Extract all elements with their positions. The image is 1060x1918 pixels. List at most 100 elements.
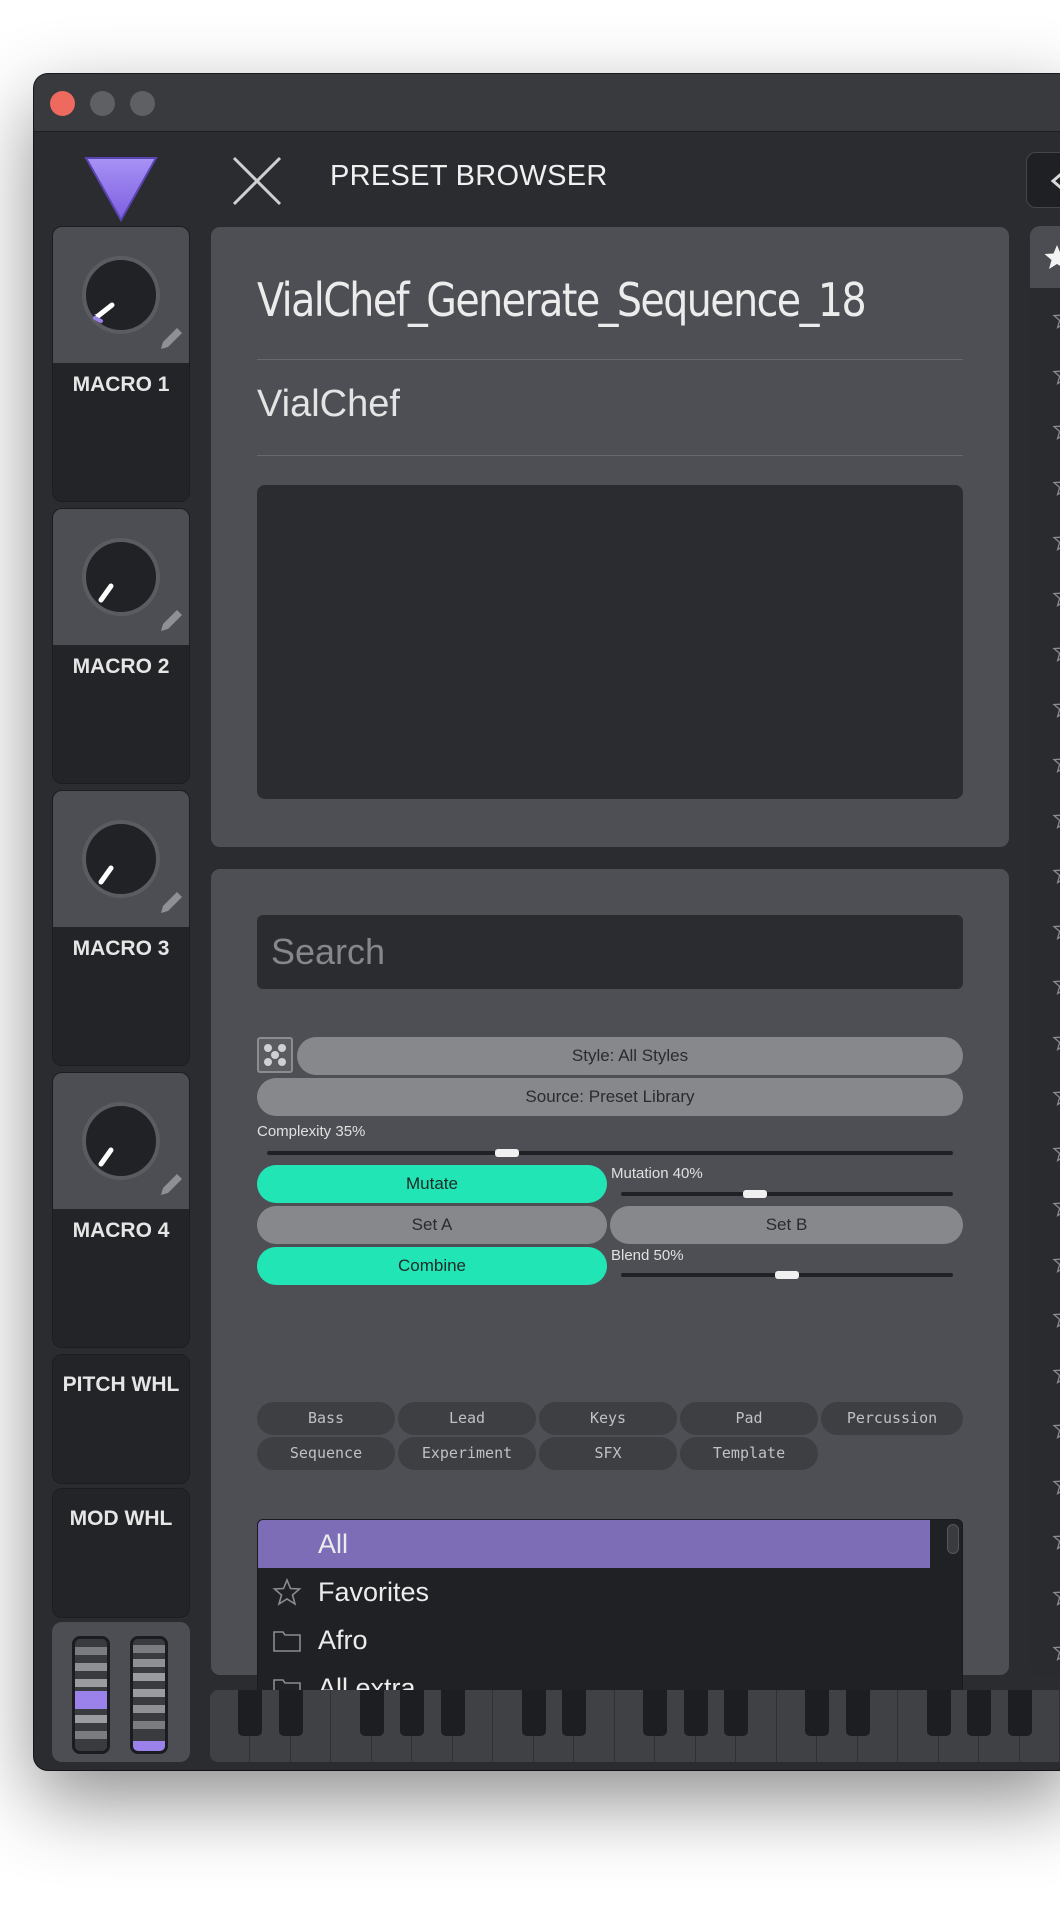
close-icon[interactable] (230, 154, 284, 208)
set-a-button[interactable]: Set A (257, 1206, 607, 1244)
tag-bass[interactable]: Bass (257, 1402, 395, 1435)
macro-panel-1: MACRO 1 (52, 226, 190, 502)
folder-item-favorites[interactable]: Favorites (258, 1568, 930, 1616)
tag-template[interactable]: Template (680, 1437, 818, 1470)
favorite-star-icon[interactable] (1052, 1083, 1060, 1107)
black-key[interactable] (724, 1690, 748, 1736)
black-key[interactable] (643, 1690, 667, 1736)
back-button[interactable] (1026, 152, 1060, 208)
tag-percussion[interactable]: Percussion (821, 1402, 963, 1435)
preset-name[interactable]: VialChef_Generate_Sequence_18Feb2026... (257, 273, 868, 327)
folder-item-all[interactable]: All (258, 1520, 930, 1568)
tag-sequence[interactable]: Sequence (257, 1437, 395, 1470)
window-zoom-button[interactable] (130, 91, 155, 116)
favorite-star-icon[interactable] (1052, 528, 1060, 552)
favorite-star-icon[interactable] (1052, 861, 1060, 885)
favorite-star-icon[interactable] (1052, 362, 1060, 386)
mutation-slider[interactable] (621, 1190, 953, 1198)
black-key[interactable] (278, 1690, 303, 1736)
tag-experiment[interactable]: Experiment (398, 1437, 536, 1470)
folder-icon (273, 1631, 301, 1652)
favorite-star-icon[interactable] (1052, 584, 1060, 608)
blend-slider[interactable] (621, 1271, 953, 1279)
black-key[interactable] (683, 1690, 708, 1736)
black-key[interactable] (562, 1690, 586, 1736)
blend-slider-thumb[interactable] (775, 1271, 799, 1279)
black-key[interactable] (926, 1690, 951, 1736)
favorite-star-icon[interactable] (1052, 417, 1060, 441)
black-key[interactable] (805, 1690, 829, 1736)
black-key[interactable] (845, 1690, 870, 1736)
macro-label-1: MACRO 1 (72, 373, 170, 396)
window-close-button[interactable] (50, 91, 75, 116)
favorite-star-icon[interactable] (1052, 639, 1060, 663)
favorite-star-icon[interactable] (1052, 917, 1060, 941)
favorite-star-icon[interactable] (1052, 695, 1060, 719)
folder-item-label: Afro (318, 1625, 368, 1655)
folder-list-scrollbar[interactable] (947, 1524, 959, 1554)
macro-panel-2: MACRO 2 (52, 508, 190, 784)
favorite-star-icon[interactable] (1052, 1527, 1060, 1551)
macro-knob-1[interactable] (81, 255, 161, 335)
folder-item-label: All (318, 1529, 349, 1559)
black-key[interactable] (967, 1690, 991, 1736)
title-bar (34, 74, 1060, 132)
favorite-star-icon[interactable] (1052, 1028, 1060, 1052)
favorite-star-icon[interactable] (1052, 306, 1060, 330)
favorites-column-header[interactable] (1030, 226, 1060, 288)
preset-author[interactable]: VialChef (257, 383, 400, 426)
favorite-star-icon[interactable] (1052, 473, 1060, 497)
randomize-dice-icon[interactable] (257, 1037, 293, 1073)
style-selector[interactable]: Style: All Styles (297, 1037, 963, 1075)
mutate-button[interactable]: Mutate (257, 1165, 607, 1203)
folder-item-afro[interactable]: Afro (258, 1616, 930, 1664)
favorite-star-icon[interactable] (1052, 750, 1060, 774)
favorite-star-icon[interactable] (1052, 1638, 1060, 1662)
edit-macro-2-icon[interactable] (157, 605, 187, 635)
preset-comments-box[interactable] (257, 485, 963, 799)
black-key[interactable] (1007, 1690, 1032, 1736)
vial-logo-icon[interactable] (84, 156, 158, 222)
favorite-star-icon[interactable] (1052, 1361, 1060, 1385)
edit-macro-4-icon[interactable] (157, 1169, 187, 1199)
piano-keyboard[interactable] (210, 1690, 1060, 1762)
tag-keys[interactable]: Keys (539, 1402, 677, 1435)
divider (257, 359, 963, 360)
macro-knob-4[interactable] (81, 1101, 161, 1181)
set-b-button[interactable]: Set B (610, 1206, 963, 1244)
folder-list: All Favorites Afro All extra (257, 1519, 963, 1699)
favorite-star-icon[interactable] (1052, 1139, 1060, 1163)
favorite-star-icon[interactable] (1052, 1472, 1060, 1496)
mutation-slider-thumb[interactable] (743, 1190, 767, 1198)
macro-knob-2[interactable] (81, 537, 161, 617)
black-key[interactable] (400, 1690, 424, 1736)
favorite-star-icon[interactable] (1052, 1416, 1060, 1440)
favorite-star-icon[interactable] (1052, 1305, 1060, 1329)
black-key[interactable] (440, 1690, 465, 1736)
favorite-star-icon[interactable] (1052, 972, 1060, 996)
source-selector[interactable]: Source: Preset Library (257, 1078, 963, 1116)
black-key[interactable] (521, 1690, 546, 1736)
pitch-wheel[interactable] (72, 1636, 110, 1754)
black-key[interactable] (238, 1690, 262, 1736)
macro-knob-3[interactable] (81, 819, 161, 899)
search-input[interactable] (257, 915, 963, 989)
favorite-star-icon[interactable] (1052, 1194, 1060, 1218)
favorite-star-icon[interactable] (1052, 806, 1060, 830)
favorite-star-icon[interactable] (1052, 1583, 1060, 1607)
mod-wheel-panel: MOD WHL (52, 1488, 190, 1618)
window-minimize-button[interactable] (90, 91, 115, 116)
edit-macro-1-icon[interactable] (157, 323, 187, 353)
preset-info-panel: VialChef_Generate_Sequence_18Feb2026... … (210, 226, 1010, 848)
tag-pad[interactable]: Pad (680, 1402, 818, 1435)
combine-button[interactable]: Combine (257, 1247, 607, 1285)
favorite-star-icon[interactable] (1052, 1250, 1060, 1274)
tag-lead[interactable]: Lead (398, 1402, 536, 1435)
tag-sfx[interactable]: SFX (539, 1437, 677, 1470)
mod-wheel[interactable] (130, 1636, 168, 1754)
black-key[interactable] (359, 1690, 384, 1736)
complexity-slider[interactable] (267, 1149, 953, 1157)
pitch-wheel-graphic (75, 1639, 107, 1751)
edit-macro-3-icon[interactable] (157, 887, 187, 917)
complexity-slider-thumb[interactable] (495, 1149, 519, 1157)
